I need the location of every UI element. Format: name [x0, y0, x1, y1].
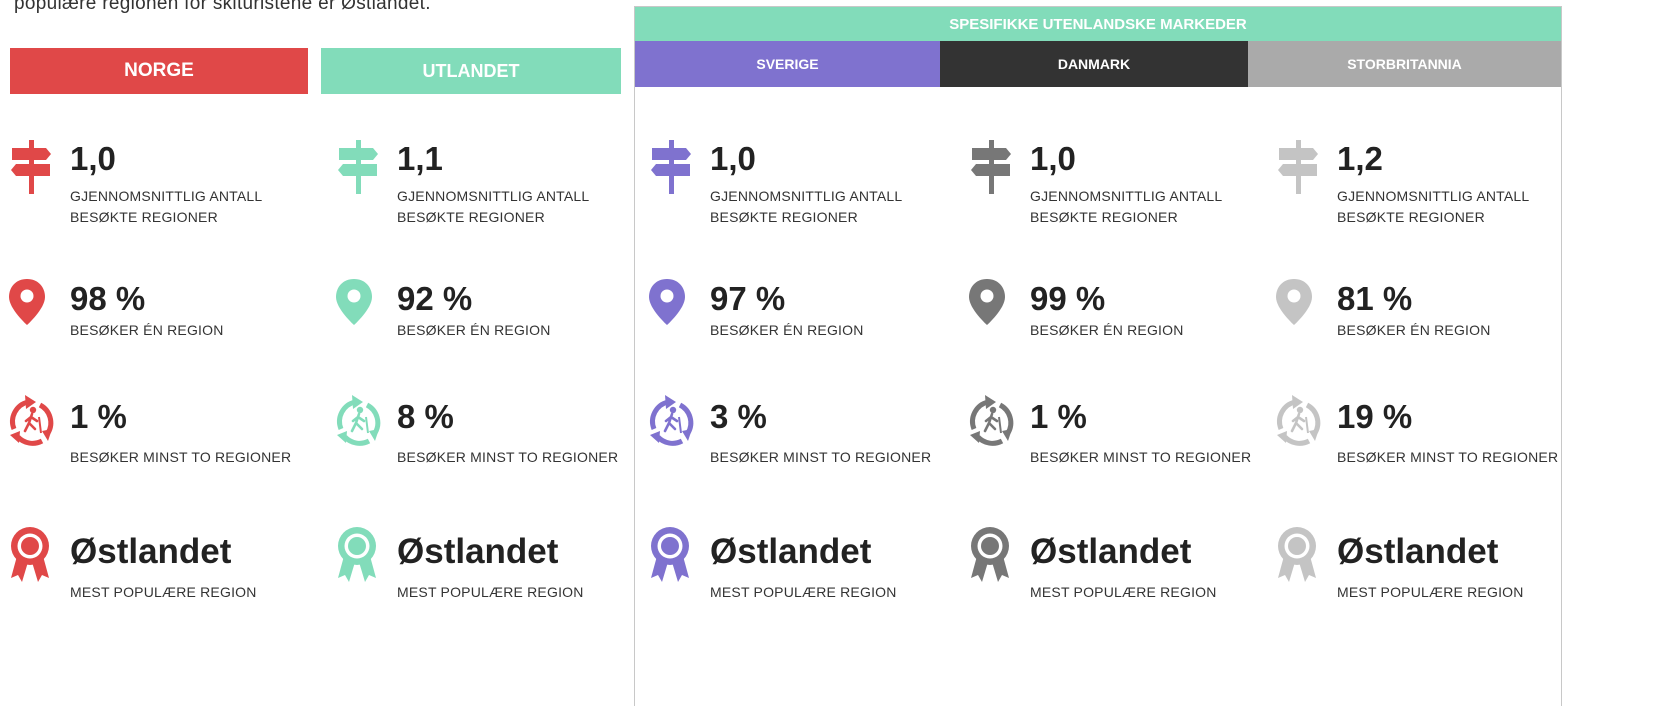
- hiker-cycle-icon: [4, 393, 60, 454]
- avg-regions-label: GJENNOMSNITTLIG ANTALL BESØKTE REGIONER: [1030, 188, 1223, 225]
- avg-regions-label: GJENNOMSNITTLIG ANTALL BESØKTE REGIONER: [1337, 188, 1530, 225]
- header-utlandet: UTLANDET: [321, 48, 621, 94]
- popular-region-value: Østlandet: [1030, 532, 1192, 571]
- signpost-icon: [337, 140, 379, 199]
- one-region-label: BESØKER ÉN REGION: [70, 322, 224, 338]
- avg-regions-label: GJENNOMSNITTLIG ANTALL BESØKTE REGIONER: [710, 188, 903, 225]
- intro-text: populære regionen for skituristene er Øs…: [14, 0, 431, 14]
- popular-region-value: Østlandet: [397, 532, 559, 571]
- map-pin-icon: [968, 278, 1006, 331]
- two-regions-label: BESØKER MINST TO REGIONER: [70, 449, 292, 465]
- award-ribbon-icon: [336, 526, 378, 591]
- popular-region-label: MEST POPULÆRE REGION: [70, 584, 257, 600]
- award-ribbon-icon: [9, 526, 51, 591]
- signpost-icon: [650, 140, 692, 199]
- two-regions-value: 3 %: [710, 398, 767, 435]
- one-region-label: BESØKER ÉN REGION: [1030, 322, 1184, 338]
- one-region-value: 99 %: [1030, 280, 1106, 317]
- avg-regions-value: 1,0: [1030, 140, 1076, 177]
- avg-regions-label: GJENNOMSNITTLIG ANTALL BESØKTE REGIONER: [70, 188, 263, 225]
- one-region-value: 92 %: [397, 280, 473, 317]
- one-region-label: BESØKER ÉN REGION: [1337, 322, 1491, 338]
- avg-regions-value: 1,2: [1337, 140, 1383, 177]
- popular-region-value: Østlandet: [1337, 532, 1499, 571]
- popular-region-value: Østlandet: [710, 532, 872, 571]
- one-region-value: 81 %: [1337, 280, 1413, 317]
- header-sverige: SVERIGE: [635, 41, 940, 87]
- hiker-cycle-icon: [644, 393, 700, 454]
- hiker-cycle-icon: [964, 393, 1020, 454]
- map-pin-icon: [8, 278, 46, 331]
- one-region-label: BESØKER ÉN REGION: [397, 322, 551, 338]
- popular-region-label: MEST POPULÆRE REGION: [710, 584, 897, 600]
- hiker-cycle-icon: [331, 393, 387, 454]
- popular-region-label: MEST POPULÆRE REGION: [1030, 584, 1217, 600]
- two-regions-value: 19 %: [1337, 398, 1413, 435]
- hiker-cycle-icon: [1271, 393, 1327, 454]
- header-storbritannia: STORBRITANNIA: [1248, 41, 1561, 87]
- two-regions-label: BESØKER MINST TO REGIONER: [1337, 449, 1559, 465]
- map-pin-icon: [648, 278, 686, 331]
- avg-regions-value: 1,1: [397, 140, 443, 177]
- one-region-value: 98 %: [70, 280, 146, 317]
- two-regions-value: 1 %: [70, 398, 127, 435]
- award-ribbon-icon: [1276, 526, 1318, 591]
- award-ribbon-icon: [649, 526, 691, 591]
- popular-region-label: MEST POPULÆRE REGION: [397, 584, 584, 600]
- two-regions-value: 8 %: [397, 398, 454, 435]
- two-regions-value: 1 %: [1030, 398, 1087, 435]
- header-norge: NORGE: [10, 48, 308, 94]
- two-regions-label: BESØKER MINST TO REGIONER: [397, 449, 619, 465]
- header-danmark: DANMARK: [940, 41, 1248, 87]
- two-regions-label: BESØKER MINST TO REGIONER: [1030, 449, 1252, 465]
- signpost-icon: [10, 140, 52, 199]
- popular-region-label: MEST POPULÆRE REGION: [1337, 584, 1524, 600]
- signpost-icon: [1277, 140, 1319, 199]
- one-region-value: 97 %: [710, 280, 786, 317]
- map-pin-icon: [1275, 278, 1313, 331]
- avg-regions-value: 1,0: [710, 140, 756, 177]
- signpost-icon: [970, 140, 1012, 199]
- avg-regions-label: GJENNOMSNITTLIG ANTALL BESØKTE REGIONER: [397, 188, 590, 225]
- header-specific-markets: SPESIFIKKE UTENLANDSKE MARKEDER: [635, 7, 1561, 41]
- avg-regions-value: 1,0: [70, 140, 116, 177]
- two-regions-label: BESØKER MINST TO REGIONER: [710, 449, 932, 465]
- one-region-label: BESØKER ÉN REGION: [710, 322, 864, 338]
- map-pin-icon: [335, 278, 373, 331]
- award-ribbon-icon: [969, 526, 1011, 591]
- popular-region-value: Østlandet: [70, 532, 232, 571]
